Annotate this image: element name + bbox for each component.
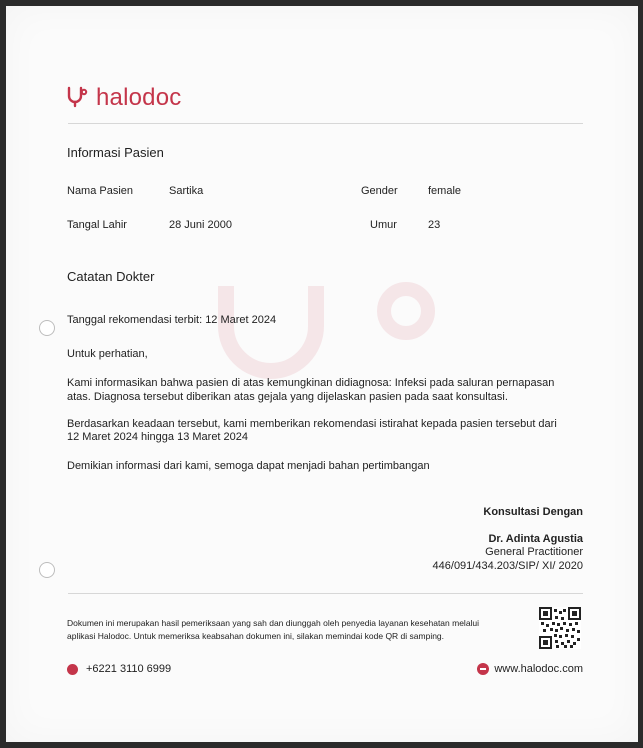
dob-label: Tangal Lahir xyxy=(67,219,127,231)
qr-code-icon xyxy=(539,607,581,649)
gender-label: Gender xyxy=(361,185,398,197)
header-divider xyxy=(68,123,583,124)
doctor-role: General Practitioner xyxy=(485,546,583,558)
diagnosis-line-1: Kami informasikan bahwa pasien di atas k… xyxy=(67,377,555,389)
halodoc-logo: halodoc xyxy=(66,84,181,112)
age-value: 23 xyxy=(428,219,441,231)
footer-note-line-2: aplikasi Halodoc. Untuk memeriksa keabsa… xyxy=(67,631,445,641)
recommendation-line-1: Berdasarkan keadaan tersebut, kami membe… xyxy=(67,418,557,430)
footer-divider xyxy=(68,593,583,594)
name-value: Sartika xyxy=(169,185,204,197)
punch-hole-top xyxy=(39,320,55,336)
name-label: Nama Pasien xyxy=(67,185,134,197)
website-contact: www.halodoc.com xyxy=(477,663,583,675)
age-label: Umur xyxy=(370,219,397,231)
signature-title: Konsultasi Dengan xyxy=(483,506,583,518)
closing-text: Demikian informasi dari kami, semoga dap… xyxy=(67,460,430,472)
document-page: halodoc Informasi Pasien Nama Pasien Sar… xyxy=(6,6,638,742)
issued-date: Tanggal rekomendasi terbit: 12 Maret 202… xyxy=(67,314,277,326)
website-url: www.halodoc.com xyxy=(494,663,583,675)
stethoscope-icon xyxy=(67,86,88,108)
attention-text: Untuk perhatian, xyxy=(67,348,148,360)
diagnosis-line-2: atas. Diagnosa tersebut diberikan atas g… xyxy=(67,391,508,403)
phone-contact: +6221 3110 6999 xyxy=(67,663,171,675)
phone-icon xyxy=(67,663,78,675)
stethoscope-watermark-icon xyxy=(218,282,435,379)
footer-note-line-1: Dokumen ini merupakan hasil pemeriksaan … xyxy=(67,618,480,628)
brand-name: halodoc xyxy=(96,84,182,111)
gender-value: female xyxy=(428,185,462,197)
doctor-name: Dr. Adinta Agustia xyxy=(488,533,583,545)
doctor-license: 446/091/434.203/SIP/ XI/ 2020 xyxy=(432,560,583,572)
doctor-notes-heading: Catatan Dokter xyxy=(67,269,155,284)
recommendation-line-2: 12 Maret 2024 hingga 13 Maret 2024 xyxy=(67,431,249,443)
web-icon xyxy=(477,663,490,675)
punch-hole-bottom xyxy=(39,562,55,578)
dob-value: 28 Juni 2000 xyxy=(169,219,232,231)
phone-number: +6221 3110 6999 xyxy=(86,663,172,675)
patient-info-heading: Informasi Pasien xyxy=(67,145,164,160)
